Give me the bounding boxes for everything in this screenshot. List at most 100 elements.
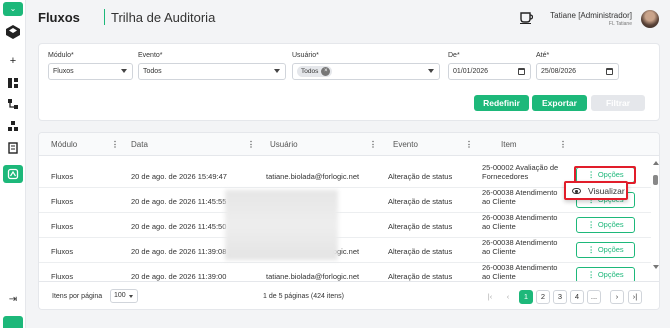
- column-menu-icon[interactable]: ⋮: [369, 140, 377, 149]
- scroll-thumb[interactable]: [653, 175, 658, 185]
- page-ellipsis-button[interactable]: ...: [587, 290, 601, 304]
- usuario-chip-label: Todos: [301, 68, 319, 75]
- close-icon[interactable]: ×: [321, 67, 331, 76]
- filtrar-button[interactable]: Filtrar: [591, 95, 645, 111]
- per-page-value: 100: [114, 292, 126, 299]
- sidebar-footer-button[interactable]: [3, 316, 23, 328]
- ate-label: Até*: [536, 52, 550, 59]
- chevron-down-icon: [428, 69, 434, 73]
- group-icon[interactable]: [6, 119, 20, 133]
- de-label: De*: [448, 52, 460, 59]
- chevron-down-icon: [121, 69, 127, 73]
- opcoes-button[interactable]: ⋮Opções: [576, 267, 635, 281]
- opcoes-button[interactable]: ⋮Opções: [576, 217, 635, 233]
- exportar-button[interactable]: Exportar: [532, 95, 587, 111]
- usuario-label: Usuário*: [292, 52, 319, 59]
- opcoes-label: Opções: [597, 270, 624, 279]
- sidebar: ⌄ + ⇥: [0, 0, 26, 328]
- cell-evento: Alteração de status: [388, 272, 453, 281]
- de-value: 01/01/2026: [453, 68, 489, 75]
- usuario-chip[interactable]: Todos ×: [297, 66, 333, 77]
- cell-data: 20 de ago. de 2026 11:39:08: [131, 247, 227, 256]
- prev-page-icon[interactable]: ‹: [501, 290, 515, 304]
- collapse-sidebar-icon[interactable]: ⇥: [5, 294, 21, 308]
- cell-modulo: Fluxos: [51, 247, 74, 256]
- opcoes-label: Opções: [597, 245, 624, 254]
- add-icon[interactable]: +: [6, 54, 20, 68]
- column-header-usuario[interactable]: Usuário: [270, 140, 298, 149]
- table-row[interactable]: Fluxos 20 de ago. de 2026 15:49:47 tatia…: [39, 163, 651, 188]
- options-popover[interactable]: Visualizar: [564, 181, 628, 200]
- sitemap-icon[interactable]: [6, 97, 20, 111]
- filter-panel: Módulo* Fluxos Evento* Todos Usuário* To…: [38, 43, 660, 121]
- visualizar-menu-item[interactable]: Visualizar: [588, 186, 625, 196]
- evento-value: Todos: [143, 68, 162, 75]
- title-separator: [104, 9, 105, 25]
- audit-trail-nav-item[interactable]: [3, 165, 23, 183]
- table-scrollbar[interactable]: [651, 157, 659, 273]
- last-page-icon[interactable]: ›|: [628, 290, 642, 304]
- table-row[interactable]: Fluxos 20 de ago. de 2026 11:39:00 tatia…: [39, 263, 651, 281]
- eye-icon: [572, 188, 581, 194]
- user-company: FL Tatiane: [608, 21, 632, 27]
- modulo-value: Fluxos: [53, 68, 74, 75]
- page-button-1[interactable]: 1: [519, 290, 533, 304]
- opcoes-button[interactable]: ⋮Opções: [576, 242, 635, 258]
- cell-evento: Alteração de status: [388, 247, 453, 256]
- table-row[interactable]: Fluxos 20 de ago. de 2026 11:45:55 Alter…: [39, 188, 651, 213]
- scroll-down-icon[interactable]: [653, 265, 659, 269]
- column-header-data[interactable]: Data: [131, 140, 148, 149]
- dashboard-icon[interactable]: [6, 76, 20, 90]
- cell-data: 20 de ago. de 2026 11:45:50: [131, 222, 227, 231]
- table-footer: Itens por página 100 1 de 5 páginas (424…: [39, 281, 659, 309]
- app-logo-icon: [6, 25, 20, 39]
- page-info: 1 de 5 páginas (424 itens): [263, 293, 344, 300]
- coffee-cup-icon[interactable]: [520, 12, 533, 24]
- column-menu-icon[interactable]: ⋮: [559, 140, 567, 149]
- first-page-icon[interactable]: |‹: [483, 290, 497, 304]
- cell-item: 26-00038 Atendimento ao Cliente: [482, 238, 558, 256]
- page-header: Fluxos Trilha de Auditoria Tatiane [Admi…: [26, 0, 670, 36]
- chevron-down-icon: [274, 69, 280, 73]
- cell-modulo: Fluxos: [51, 197, 74, 206]
- column-header-item[interactable]: Item: [501, 140, 517, 149]
- table-row[interactable]: Fluxos 20 de ago. de 2026 11:45:50 Alter…: [39, 213, 651, 238]
- table-row[interactable]: Fluxos 20 de ago. de 2026 11:39:08 tatia…: [39, 238, 651, 263]
- de-date-input[interactable]: 01/01/2026: [448, 63, 531, 80]
- modulo-select[interactable]: Fluxos: [48, 63, 133, 80]
- cell-item: 26-00038 Atendimento ao Cliente: [482, 188, 558, 206]
- cell-evento: Alteração de status: [388, 222, 453, 231]
- user-name[interactable]: Tatiane [Administrador]: [550, 11, 632, 20]
- document-icon[interactable]: [6, 141, 20, 155]
- scroll-up-icon[interactable]: [653, 161, 659, 165]
- cell-modulo: Fluxos: [51, 272, 74, 281]
- calendar-icon[interactable]: [518, 68, 525, 75]
- column-header-modulo[interactable]: Módulo: [51, 140, 77, 149]
- calendar-icon[interactable]: [606, 68, 613, 75]
- page-button-2[interactable]: 2: [536, 290, 550, 304]
- per-page-label: Itens por página: [52, 293, 103, 300]
- column-header-evento[interactable]: Evento: [393, 140, 418, 149]
- column-menu-icon[interactable]: ⋮: [111, 140, 119, 149]
- cell-item: 26-00038 Atendimento ao Cliente: [482, 263, 558, 281]
- evento-select[interactable]: Todos: [138, 63, 286, 80]
- more-vertical-icon: ⋮: [587, 270, 595, 279]
- page-button-4[interactable]: 4: [570, 290, 584, 304]
- evento-label: Evento*: [138, 52, 163, 59]
- ate-date-input[interactable]: 25/08/2026: [536, 63, 619, 80]
- redefinir-button[interactable]: Redefinir: [474, 95, 529, 111]
- cell-data: 20 de ago. de 2026 11:45:55: [131, 197, 227, 206]
- cell-evento: Alteração de status: [388, 172, 453, 181]
- per-page-select[interactable]: 100: [110, 289, 138, 303]
- column-menu-icon[interactable]: ⋮: [247, 140, 255, 149]
- modulo-label: Módulo*: [48, 52, 74, 59]
- usuario-select[interactable]: Todos ×: [292, 63, 440, 80]
- avatar[interactable]: [641, 10, 659, 28]
- page-title: Fluxos: [38, 10, 80, 25]
- column-menu-icon[interactable]: ⋮: [465, 140, 473, 149]
- expand-menu-button[interactable]: ⌄: [3, 2, 23, 16]
- next-page-icon[interactable]: ›: [610, 290, 624, 304]
- page-button-3[interactable]: 3: [553, 290, 567, 304]
- cell-item: 26-00038 Atendimento ao Cliente: [482, 213, 558, 231]
- chevron-down-icon: [129, 295, 133, 298]
